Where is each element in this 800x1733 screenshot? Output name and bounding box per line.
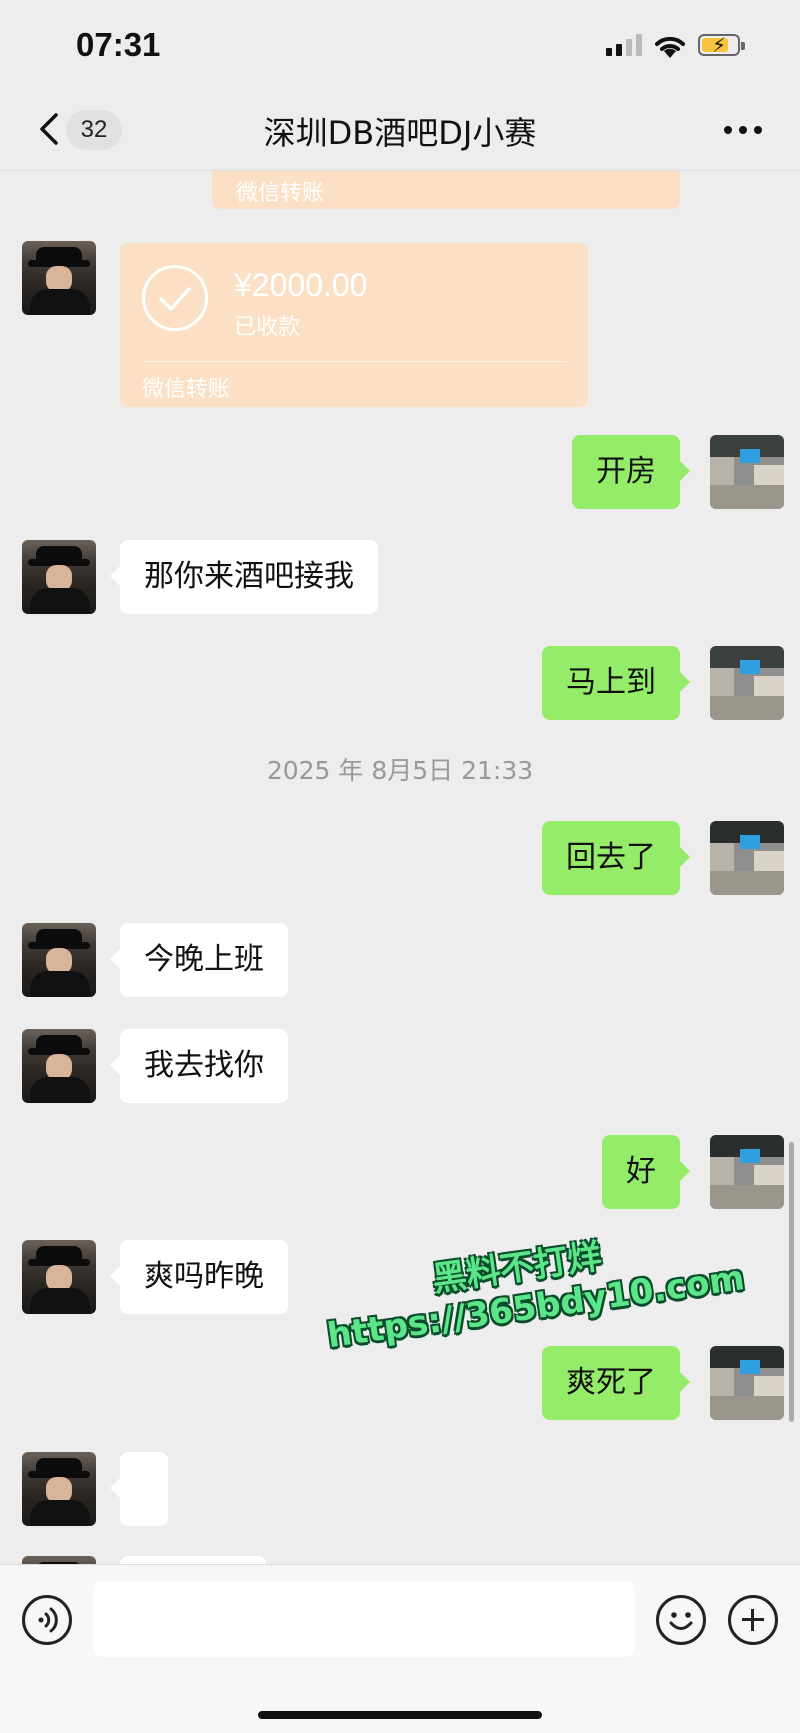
transfer-card[interactable]: ¥2000.00 已收款 微信转账 (120, 243, 588, 407)
chat-scrollbar[interactable] (789, 1142, 794, 1422)
contact-avatar[interactable] (22, 540, 96, 614)
message-bubble-received[interactable]: 爽吗昨晚 (110, 1240, 288, 1314)
message-bubble-received[interactable] (110, 1452, 168, 1526)
message-bubble-sent[interactable]: 爽死了 (542, 1346, 690, 1420)
chat-header: 32 深圳DB酒吧DJ小赛 (0, 90, 800, 171)
contact-avatar[interactable] (22, 1452, 96, 1526)
transfer-amount: ¥2000.00 (234, 267, 368, 303)
message-bubble-sent[interactable]: 回去了 (542, 821, 690, 895)
transfer-status: 已收款 (234, 315, 301, 340)
home-indicator (258, 1711, 542, 1719)
message-bubble-sent[interactable]: 好 (602, 1135, 690, 1209)
user-avatar[interactable] (710, 1135, 784, 1209)
message-bubble-received[interactable]: 我去找你 (110, 1029, 288, 1103)
add-attachment-icon[interactable] (728, 1595, 778, 1645)
contact-avatar[interactable] (22, 1029, 96, 1103)
status-time: 07:31 (76, 26, 161, 63)
contact-avatar[interactable] (22, 1240, 96, 1314)
contact-avatar[interactable] (22, 1556, 96, 1564)
voice-input-icon[interactable] (22, 1595, 72, 1645)
transfer-card-partial[interactable]: 微信转账 (212, 171, 680, 209)
message-bubble-received[interactable]: 今晚上班 (110, 923, 288, 997)
transfer-brand-label: 微信转账 (236, 181, 325, 206)
battery-icon: ⚡ (698, 33, 745, 57)
user-avatar[interactable] (710, 821, 784, 895)
emoji-icon[interactable] (656, 1595, 706, 1645)
user-avatar[interactable] (710, 435, 784, 509)
message-timestamp: 2025 年 8月5日 21:33 (266, 756, 534, 785)
message-list[interactable]: 微信转账 ¥2000.00 已收款 微信转账 开房 那你来酒吧接我 马上到 20… (0, 171, 800, 1564)
status-bar: 07:31 ⚡ (0, 0, 800, 90)
checkmark-circle-icon (142, 265, 208, 331)
input-bar (0, 1564, 800, 1733)
user-avatar[interactable] (710, 1346, 784, 1420)
unread-count-badge[interactable]: 32 (66, 110, 122, 150)
back-chevron-icon[interactable] (36, 112, 62, 146)
user-avatar[interactable] (710, 646, 784, 720)
transfer-divider (142, 361, 566, 362)
message-input[interactable] (94, 1581, 634, 1657)
message-bubble-sent[interactable]: 开房 (572, 435, 690, 509)
cellular-signal-icon (606, 34, 646, 56)
message-bubble-sent[interactable]: 马上到 (542, 646, 690, 720)
transfer-brand-label: 微信转账 (142, 377, 231, 402)
contact-avatar[interactable] (22, 241, 96, 315)
message-bubble-received[interactable]: 那你来酒吧接我 (110, 540, 378, 614)
wifi-icon (655, 36, 685, 58)
contact-avatar[interactable] (22, 923, 96, 997)
more-options-icon[interactable] (724, 126, 764, 136)
message-bubble-received-partial[interactable] (120, 1556, 266, 1564)
chat-title: 深圳DB酒吧DJ小赛 (263, 114, 537, 152)
